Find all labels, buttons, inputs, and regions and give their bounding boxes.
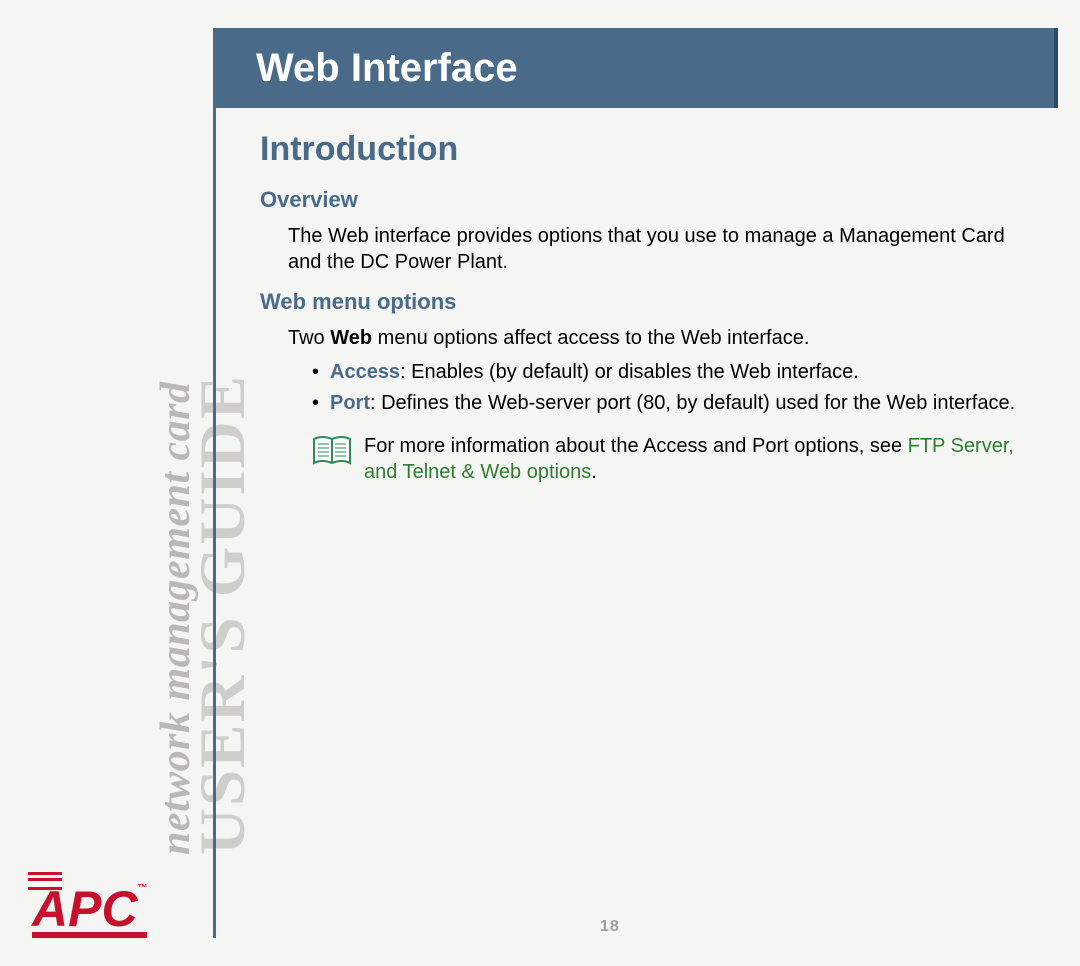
webmenu-heading: Web menu options	[260, 289, 1020, 315]
list-item: Port: Defines the Web-server port (80, b…	[312, 390, 1020, 417]
main-content: Introduction Overview The Web interface …	[260, 130, 1020, 485]
book-icon	[312, 435, 352, 472]
webmenu-bullets: Access: Enables (by default) or disables…	[260, 359, 1020, 417]
list-item: Access: Enables (by default) or disables…	[312, 359, 1020, 386]
trademark-symbol: ™	[138, 883, 148, 894]
webmenu-intro: Two Web menu options affect access to th…	[260, 325, 1020, 351]
sidebar-title: USER'S GUIDE	[191, 374, 256, 855]
overview-heading: Overview	[260, 187, 1020, 213]
page-number: 18	[600, 918, 620, 936]
overview-text: The Web interface provides options that …	[260, 223, 1020, 275]
chapter-banner: Web Interface	[216, 28, 1058, 108]
chapter-title: Web Interface	[256, 46, 518, 91]
sidebar: network management card USER'S GUIDE APC…	[0, 0, 205, 966]
sidebar-titles: network management card USER'S GUIDE	[155, 374, 256, 855]
section-heading: Introduction	[260, 130, 1020, 169]
brand-logo: APC™	[32, 884, 148, 938]
vertical-rule	[213, 28, 216, 938]
note-text: For more information about the Access an…	[364, 433, 1020, 485]
note-block: For more information about the Access an…	[260, 433, 1020, 485]
